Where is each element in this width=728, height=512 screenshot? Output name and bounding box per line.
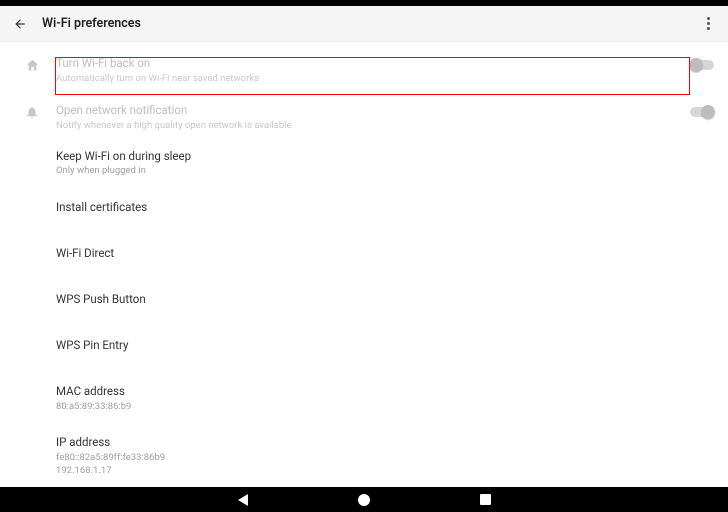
row-subtitle: 80:a5:89:33:86:b9 — [56, 401, 704, 414]
back-button[interactable] — [10, 14, 30, 34]
arrow-back-icon — [13, 17, 27, 31]
row-title: Turn Wi-Fi back on — [56, 56, 664, 72]
nav-recent-icon[interactable] — [480, 494, 491, 505]
row-title: MAC address — [56, 384, 704, 400]
switch-knob-icon — [701, 105, 715, 119]
settings-list: Turn Wi-Fi back on Automatically turn on… — [0, 42, 728, 485]
row-subtitle: Only when plugged in — [56, 165, 704, 178]
switch-knob-icon — [689, 58, 703, 72]
nav-home-icon[interactable] — [358, 494, 370, 506]
row-open-network-notification[interactable]: Open network notification Notify wheneve… — [0, 95, 728, 140]
row-subtitle: fe80::82a5:89ff:fe33:86b9 192.168.1.17 — [56, 452, 704, 478]
row-mac-address: MAC address 80:a5:89:33:86:b9 — [0, 376, 728, 421]
row-title: Install certificates — [56, 200, 704, 216]
nav-bar — [0, 487, 728, 512]
row-title: WPS Pin Entry — [56, 338, 704, 354]
row-subtitle: Automatically turn on Wi-Fi near saved n… — [56, 73, 664, 86]
row-turn-wifi-back-on[interactable]: Turn Wi-Fi back on Automatically turn on… — [0, 48, 728, 95]
more-vert-icon — [707, 17, 710, 30]
row-title: Open network notification — [56, 103, 664, 119]
bell-icon — [25, 105, 39, 119]
row-ip-address: IP address fe80::82a5:89ff:fe33:86b9 192… — [0, 427, 728, 485]
row-wifi-direct[interactable]: Wi-Fi Direct — [0, 238, 728, 278]
toggle-open-network-notification[interactable] — [690, 107, 714, 117]
row-install-certificates[interactable]: Install certificates — [0, 192, 728, 232]
row-title: IP address — [56, 435, 704, 451]
row-wps-pin-entry[interactable]: WPS Pin Entry — [0, 330, 728, 370]
row-wps-push-button[interactable]: WPS Push Button — [0, 284, 728, 324]
row-title: Wi-Fi Direct — [56, 246, 704, 262]
row-title: Keep Wi-Fi on during sleep — [56, 149, 704, 165]
screen: Wi-Fi preferences Turn Wi-Fi back on Aut… — [0, 6, 728, 487]
overflow-menu-button[interactable] — [698, 14, 718, 34]
home-icon — [25, 58, 40, 73]
toggle-turn-wifi-back-on[interactable] — [690, 60, 714, 70]
row-keep-wifi-on-during-sleep[interactable]: Keep Wi-Fi on during sleep Only when plu… — [0, 141, 728, 186]
page-title: Wi-Fi preferences — [42, 16, 698, 31]
appbar: Wi-Fi preferences — [0, 6, 728, 42]
row-subtitle: Notify whenever a high quality open netw… — [56, 120, 664, 133]
row-title: WPS Push Button — [56, 292, 704, 308]
nav-back-icon[interactable] — [238, 494, 248, 506]
